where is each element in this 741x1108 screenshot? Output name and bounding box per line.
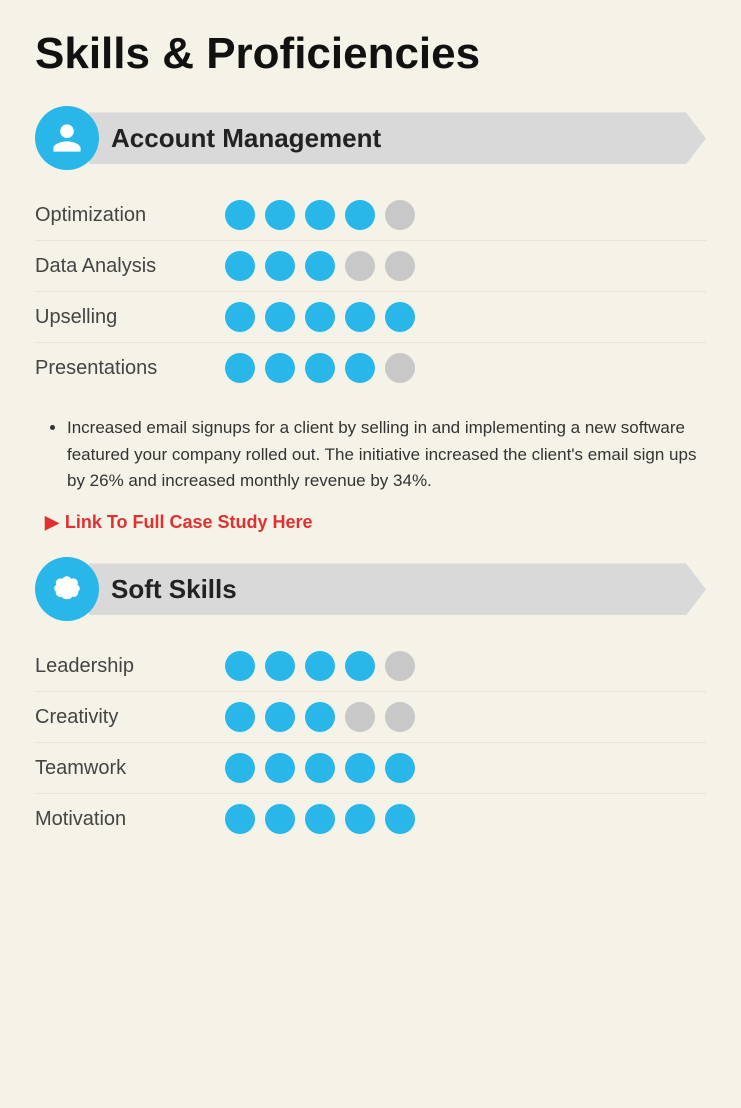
skill-row: Data Analysis (35, 241, 706, 292)
brain-icon (35, 557, 99, 621)
dot-group (225, 302, 415, 332)
dot-group (225, 200, 415, 230)
section-soft-skills: Soft Skills Leadership Creativity Teamwork M… (35, 557, 706, 844)
dot-group (225, 804, 415, 834)
filled-dot (225, 804, 255, 834)
filled-dot (305, 753, 335, 783)
skill-row: Presentations (35, 343, 706, 393)
filled-dot (305, 651, 335, 681)
skill-row: Upselling (35, 292, 706, 343)
skill-name: Optimization (35, 204, 215, 227)
filled-dot (385, 302, 415, 332)
skill-row: Motivation (35, 794, 706, 844)
person-icon (35, 106, 99, 170)
filled-dot (305, 353, 335, 383)
filled-dot (305, 251, 335, 281)
skill-name: Upselling (35, 306, 215, 329)
filled-dot (345, 302, 375, 332)
case-study-link[interactable]: Link To Full Case Study Here (65, 512, 313, 533)
bullet-section: Increased email signups for a client by … (45, 415, 706, 494)
skill-row: Optimization (35, 190, 706, 241)
filled-dot (265, 651, 295, 681)
filled-dot (265, 302, 295, 332)
empty-dot (385, 200, 415, 230)
filled-dot (225, 753, 255, 783)
filled-dot (345, 753, 375, 783)
skill-row: Creativity (35, 692, 706, 743)
filled-dot (345, 651, 375, 681)
filled-dot (385, 753, 415, 783)
skill-name: Leadership (35, 655, 215, 678)
filled-dot (265, 353, 295, 383)
empty-dot (385, 702, 415, 732)
filled-dot (345, 353, 375, 383)
skill-row: Teamwork (35, 743, 706, 794)
page-title: Skills & Proficiencies (35, 30, 706, 78)
section-account-management: Account Management Optimization Data Analy… (35, 106, 706, 533)
filled-dot (225, 702, 255, 732)
bullet-item: Increased email signups for a client by … (67, 415, 706, 494)
section-label: Account Management (111, 123, 381, 154)
filled-dot (265, 804, 295, 834)
filled-dot (265, 753, 295, 783)
dot-group (225, 702, 415, 732)
filled-dot (265, 702, 295, 732)
empty-dot (385, 353, 415, 383)
filled-dot (225, 302, 255, 332)
arrow-right-icon: ▶ (45, 512, 59, 533)
filled-dot (225, 353, 255, 383)
section-label: Soft Skills (111, 574, 237, 605)
section-label-banner-soft-skills: Soft Skills (89, 563, 706, 615)
empty-dot (385, 251, 415, 281)
filled-dot (225, 251, 255, 281)
skill-name: Teamwork (35, 757, 215, 780)
empty-dot (345, 702, 375, 732)
filled-dot (225, 651, 255, 681)
filled-dot (225, 200, 255, 230)
skill-row: Leadership (35, 641, 706, 692)
filled-dot (305, 702, 335, 732)
skill-name: Creativity (35, 706, 215, 729)
filled-dot (265, 251, 295, 281)
section-header-soft-skills: Soft Skills (35, 557, 706, 621)
dot-group (225, 753, 415, 783)
dot-group (225, 251, 415, 281)
case-study-link-section[interactable]: ▶ Link To Full Case Study Here (45, 512, 706, 533)
filled-dot (345, 804, 375, 834)
filled-dot (385, 804, 415, 834)
dot-group (225, 353, 415, 383)
empty-dot (385, 651, 415, 681)
skill-name: Motivation (35, 808, 215, 831)
skill-name: Data Analysis (35, 255, 215, 278)
section-label-banner-account-management: Account Management (89, 112, 706, 164)
filled-dot (305, 200, 335, 230)
filled-dot (305, 804, 335, 834)
section-header-account-management: Account Management (35, 106, 706, 170)
skill-name: Presentations (35, 357, 215, 380)
skill-rows-account-management: Optimization Data Analysis Upselling Presen… (35, 190, 706, 393)
filled-dot (265, 200, 295, 230)
dot-group (225, 651, 415, 681)
filled-dot (305, 302, 335, 332)
empty-dot (345, 251, 375, 281)
filled-dot (345, 200, 375, 230)
skill-rows-soft-skills: Leadership Creativity Teamwork Motivation (35, 641, 706, 844)
